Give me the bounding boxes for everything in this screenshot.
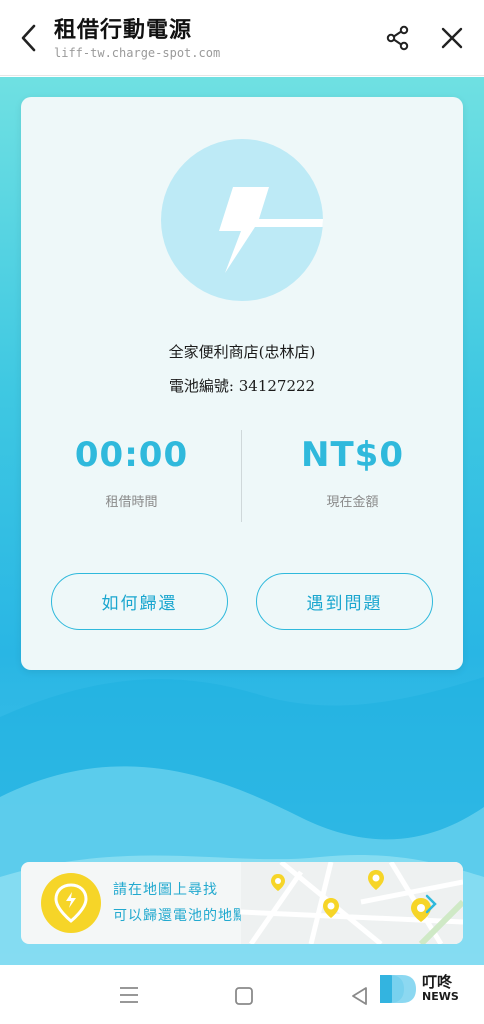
rental-time-block: 00:00 租借時間 [21,433,242,510]
store-name: 全家便利商店(忠林店) [168,343,316,361]
rental-time-value: 00:00 [74,435,189,475]
share-button[interactable] [382,22,414,54]
main-content: 全家便利商店(忠林店) 電池編號: 34127222 00:00 租借時間 NT… [0,77,484,965]
location-pin-icon [54,883,88,923]
watermark-logo [380,975,416,1003]
close-icon [441,27,463,49]
back-arrow-icon [21,24,36,52]
watermark-text-line2: NEWS [422,990,459,1003]
nav-back-button[interactable] [348,984,372,1008]
map-preview-image [241,862,463,944]
news-watermark: 叮咚 NEWS [378,969,478,1009]
page-title: 租借行動電源 [54,17,193,43]
how-to-return-button[interactable]: 如何歸還 [51,573,228,630]
banner-text-line1: 請在地圖上尋找 [113,882,218,898]
home-icon [235,987,253,1005]
current-amount-label: 現在金額 [326,495,379,510]
battery-id: 電池編號: 34127222 [168,377,316,395]
report-problem-button[interactable]: 遇到問題 [256,573,433,630]
system-nav-bar: 叮咚 NEWS [0,965,484,1024]
rental-card: 全家便利商店(忠林店) 電池編號: 34127222 00:00 租借時間 NT… [21,97,463,670]
rental-time-label: 租借時間 [105,495,158,510]
power-bank-logo [161,139,323,301]
current-amount-block: NT$0 現在金額 [242,433,463,510]
lightning-bolt-icon [219,187,323,273]
back-button[interactable] [14,20,44,56]
top-bar: 租借行動電源 liff-tw.charge-spot.com [0,0,484,76]
home-button[interactable] [232,984,256,1008]
share-icon [386,25,409,51]
page-url: liff-tw.charge-spot.com [54,46,221,60]
recent-apps-button[interactable] [116,983,142,1007]
banner-text-line2: 可以歸還電池的地點 [113,908,248,924]
close-button[interactable] [436,22,468,54]
find-return-location-banner[interactable]: 請在地圖上尋找 可以歸還電池的地點 [21,862,463,944]
current-amount-value: NT$0 [301,435,404,475]
watermark-text-line1: 叮咚 [422,973,453,991]
nav-back-icon [352,987,367,1005]
recent-apps-icon [120,987,138,1003]
location-pin-badge [41,873,101,933]
